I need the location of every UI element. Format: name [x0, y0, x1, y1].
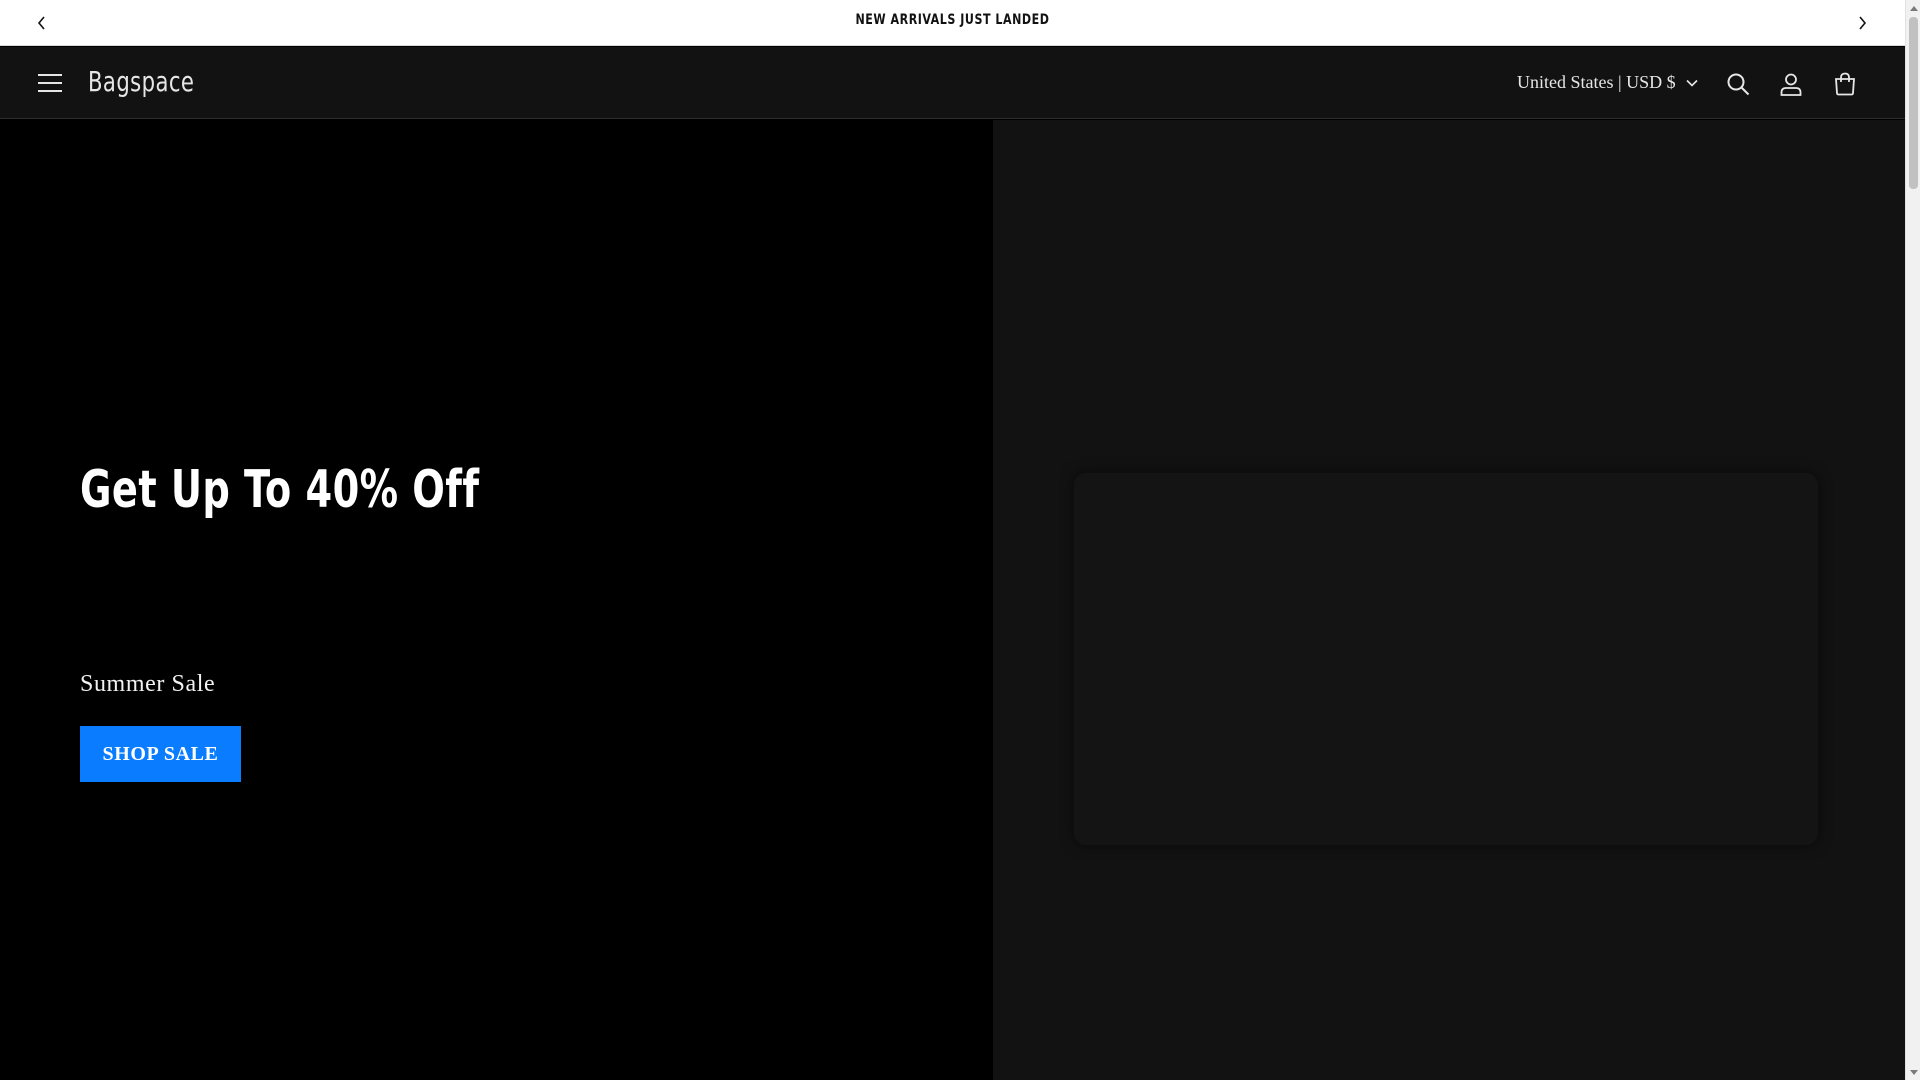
- shop-sale-button[interactable]: SHOP SALE: [80, 726, 241, 782]
- menu-button[interactable]: [36, 69, 64, 97]
- cart-icon: [1835, 72, 1855, 96]
- announcement-text: NEW ARRIVALS JUST LANDED: [855, 12, 1050, 28]
- hero-media-card: [1074, 473, 1818, 845]
- site-header: Bagspace United States | USD $: [0, 47, 1905, 119]
- scroll-up-icon: [1909, 5, 1918, 11]
- announcement-prev-button[interactable]: [32, 13, 52, 33]
- hero-subtitle: Summer Sale: [80, 671, 216, 697]
- hamburger-menu-icon: [38, 74, 62, 92]
- page: NEW ARRIVALS JUST LANDED Bagspace United…: [0, 0, 1920, 1080]
- hero-banner: [0, 120, 993, 1080]
- hero-media-panel: [993, 120, 1905, 1080]
- scrollbar-thumb[interactable]: [1909, 17, 1918, 189]
- account-button[interactable]: [1774, 67, 1808, 101]
- vertical-scrollbar[interactable]: [1905, 0, 1920, 1080]
- chevron-down-icon: [1686, 79, 1698, 87]
- scroll-down-icon: [1909, 1069, 1918, 1075]
- chevron-right-icon: [1859, 16, 1867, 30]
- account-icon: [1780, 73, 1802, 96]
- search-icon: [1727, 73, 1750, 96]
- search-button[interactable]: [1721, 67, 1755, 101]
- cart-button[interactable]: [1828, 67, 1862, 101]
- store-logo[interactable]: Bagspace: [88, 65, 194, 98]
- announcement-next-button[interactable]: [1852, 13, 1872, 33]
- country-currency-label: United States | USD $: [1517, 72, 1676, 92]
- hero-title: Get Up To 40% Off: [80, 460, 480, 520]
- scroll-down-button[interactable]: [1906, 1065, 1920, 1080]
- announcement-bar: NEW ARRIVALS JUST LANDED: [0, 0, 1905, 46]
- scroll-up-button[interactable]: [1906, 0, 1920, 15]
- country-currency-selector[interactable]: United States | USD $: [1517, 72, 1698, 93]
- chevron-left-icon: [37, 16, 45, 30]
